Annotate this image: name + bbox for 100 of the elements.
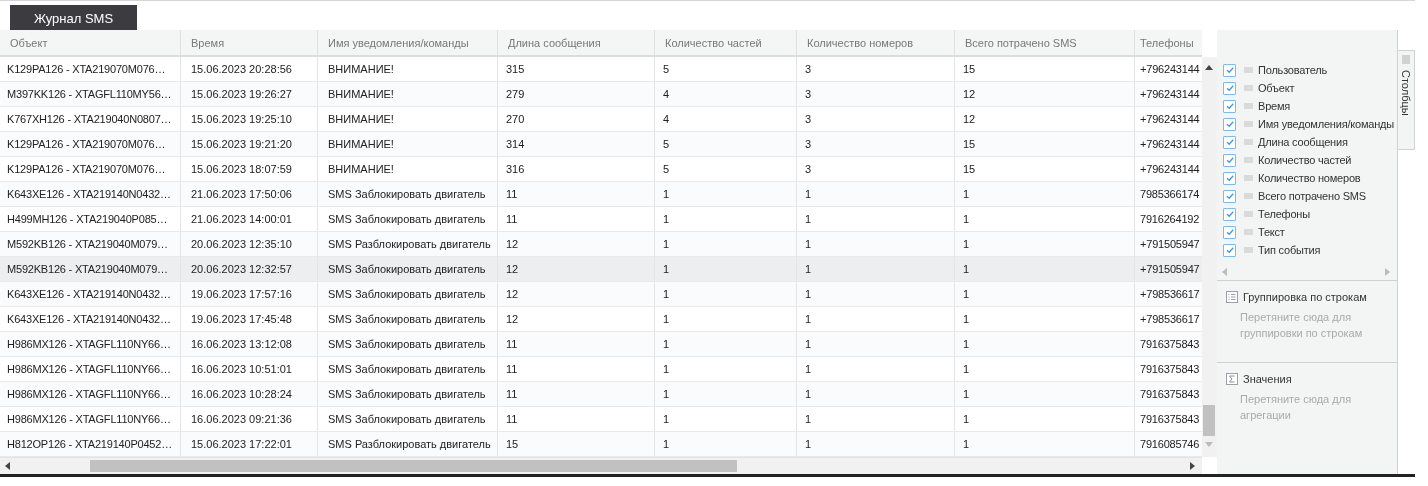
column-header[interactable]: Время: [180, 30, 317, 55]
section-title: Значения: [1243, 373, 1292, 385]
checkbox[interactable]: [1223, 81, 1236, 95]
checkbox[interactable]: [1223, 99, 1236, 113]
drop-hint: Перетяните сюда для агрегации: [1240, 392, 1353, 423]
column-header[interactable]: Всего потрачено SMS: [954, 30, 1134, 55]
column-header[interactable]: Количество частей: [654, 30, 796, 55]
table-cell: 1: [654, 232, 796, 256]
column-header[interactable]: Длина сообщения: [497, 30, 654, 55]
table-cell: 3: [796, 82, 954, 106]
drag-handle-icon[interactable]: [1244, 193, 1253, 199]
table-cell: 21.06.2023 14:00:01: [180, 207, 317, 231]
table-cell: 1: [654, 332, 796, 356]
table-row[interactable]: M592KB126 - XTA219040M079… 20.06.2023 12:35:10 SMS Разблокировать двигатель 12 1 1 1 +791505947: [0, 232, 1202, 257]
columns-tab[interactable]: Столбцы: [1398, 50, 1415, 150]
table-row[interactable]: H986MX126 - XTAGFL110NY66… 16.06.2023 10:51:01 SMS Заблокировать двигатель 11 1 1 1 7916375843: [0, 357, 1202, 382]
checkbox[interactable]: [1223, 171, 1236, 185]
vertical-scrollbar[interactable]: [1202, 57, 1217, 457]
table-cell-text: K129PA126 - XTA219070M076…: [6, 62, 167, 77]
table-cell: 1: [796, 257, 954, 281]
table-cell: SMS Заблокировать двигатель: [317, 307, 497, 331]
column-name: Текст: [1258, 226, 1285, 238]
table-cell: SMS Заблокировать двигатель: [317, 332, 497, 356]
table-cell: 3: [796, 157, 954, 181]
column-name: Объект: [1258, 82, 1295, 94]
table-cell: SMS Заблокировать двигатель: [317, 357, 497, 381]
drag-handle-icon[interactable]: [1244, 103, 1253, 109]
scroll-thumb[interactable]: [1203, 405, 1215, 436]
checkbox[interactable]: [1223, 63, 1236, 77]
table-cell-text: M397KK126 - XTAGFL110MY56…: [6, 87, 173, 102]
table-cell-text: H986MX126 - XTAGFL110NY66…: [6, 337, 172, 352]
table-cell: 15: [497, 432, 654, 456]
table-cell: 1: [654, 182, 796, 206]
table-cell: ВНИМАНИЕ!: [317, 132, 497, 156]
drag-handle-icon[interactable]: [1244, 247, 1253, 253]
checkbox[interactable]: [1223, 243, 1236, 257]
table-cell-text: K767XH126 - XTA219040N0807…: [6, 112, 173, 127]
section-title: Группировка по строкам: [1243, 291, 1367, 303]
table-row[interactable]: M397KK126 - XTAGFL110MY56… 15.06.2023 19:26:27 ВНИМАНИЕ! 279 4 3 12 +796243144: [0, 82, 1202, 107]
column-name: Время: [1258, 100, 1291, 112]
column-name: Количество номеров: [1258, 172, 1361, 184]
table-row[interactable]: H986MX126 - XTAGFL110NY66… 16.06.2023 13:12:08 SMS Заблокировать двигатель 11 1 1 1 7916375843: [0, 332, 1202, 357]
checkbox[interactable]: [1223, 207, 1236, 221]
horizontal-scrollbar[interactable]: [0, 457, 1202, 474]
checkbox[interactable]: [1223, 189, 1236, 203]
table-row[interactable]: H986MX126 - XTAGFL110NY66… 16.06.2023 10:28:24 SMS Заблокировать двигатель 11 1 1 1 7916375843: [0, 382, 1202, 407]
table-cell: 270: [497, 107, 654, 131]
table-cell: 1: [954, 432, 1134, 456]
table-row[interactable]: M592KB126 - XTA219040M079… 20.06.2023 12:32:57 SMS Заблокировать двигатель 12 1 1 1 +791505947: [0, 257, 1202, 282]
table-cell: 314: [497, 132, 654, 156]
tab[interactable]: Журнал SMS: [10, 5, 137, 31]
table-cell-text: K643XE126 - XTA219140N0432…: [6, 312, 172, 327]
scroll-thumb[interactable]: [90, 460, 737, 472]
checkbox[interactable]: [1223, 153, 1236, 167]
column-header[interactable]: Количество номеров: [796, 30, 954, 55]
table-cell: 11: [497, 182, 654, 206]
drag-handle-icon[interactable]: [1244, 85, 1253, 91]
column-header[interactable]: Телефоны: [1134, 30, 1202, 55]
table-cell: 12: [497, 307, 654, 331]
drag-handle-icon[interactable]: [1244, 175, 1253, 181]
sum-icon: [1226, 373, 1238, 385]
table-row[interactable]: H499MH126 - XTA219040P085… 21.06.2023 14:00:01 SMS Заблокировать двигатель 11 1 1 1 7916264192: [0, 207, 1202, 232]
drag-handle-icon[interactable]: [1244, 229, 1253, 235]
table-row[interactable]: K129PA126 - XTA219070M076… 15.06.2023 19:21:20 ВНИМАНИЕ! 314 5 3 15 +796243144: [0, 132, 1202, 157]
table-cell: ВНИМАНИЕ!: [317, 82, 497, 106]
drag-handle-icon[interactable]: [1244, 157, 1253, 163]
table-cell: 1: [954, 182, 1134, 206]
table-cell: 5: [654, 157, 796, 181]
table-cell: 1: [654, 282, 796, 306]
table-cell-text: H499MH126 - XTA219040P085…: [6, 212, 169, 227]
table-row[interactable]: H986MX126 - XTAGFL110NY66… 16.06.2023 09:21:36 SMS Заблокировать двигатель 11 1 1 1 7916375843: [0, 407, 1202, 432]
table-cell: 3: [796, 132, 954, 156]
table-row[interactable]: K643XE126 - XTA219140N0432… 19.06.2023 17:57:16 SMS Заблокировать двигатель 12 1 1 1 +798536617: [0, 282, 1202, 307]
table-row[interactable]: K643XE126 - XTA219140N0432… 19.06.2023 17:45:48 SMS Заблокировать двигатель 12 1 1 1 +798536617: [0, 307, 1202, 332]
table-row[interactable]: K767XH126 - XTA219040N0807… 15.06.2023 19:25:10 ВНИМАНИЕ! 270 4 3 12 +796243144: [0, 107, 1202, 132]
column-header[interactable]: Объект: [0, 30, 180, 55]
table-cell: 12: [497, 232, 654, 256]
table-cell: SMS Разблокировать двигатель: [317, 232, 497, 256]
table-cell: 1: [954, 332, 1134, 356]
table-cell: 1: [654, 307, 796, 331]
table-row[interactable]: H812OP126 - XTA219140P0452… 15.06.2023 17:22:01 SMS Разблокировать двигатель 15 1 1 1 7916085746: [0, 432, 1202, 457]
table-row[interactable]: K643XE126 - XTA219140N0432… 21.06.2023 17:50:06 SMS Заблокировать двигатель 11 1 1 1 7985366174: [0, 182, 1202, 207]
drag-handle-icon[interactable]: [1244, 121, 1253, 127]
table-cell: 12: [497, 257, 654, 281]
checkbox[interactable]: [1223, 117, 1236, 131]
table-cell: 279: [497, 82, 654, 106]
checkbox[interactable]: [1223, 135, 1236, 149]
drag-handle-icon[interactable]: [1402, 55, 1410, 64]
drag-handle-icon[interactable]: [1244, 67, 1253, 73]
table-cell-text: M592KB126 - XTA219040M079…: [6, 237, 169, 252]
table-cell: SMS Заблокировать двигатель: [317, 382, 497, 406]
table-row[interactable]: K129PA126 - XTA219070M076… 15.06.2023 18:07:59 ВНИМАНИЕ! 316 5 3 15 +796243144: [0, 157, 1202, 182]
checkbox[interactable]: [1223, 225, 1236, 239]
drag-handle-icon[interactable]: [1244, 211, 1253, 217]
table-cell: SMS Заблокировать двигатель: [317, 282, 497, 306]
table-row[interactable]: K129PA126 - XTA219070M076… 15.06.2023 20:28:56 ВНИМАНИЕ! 315 5 3 15 +796243144: [0, 57, 1202, 82]
table-cell: 12: [954, 82, 1134, 106]
column-header[interactable]: Имя уведомления/команды: [317, 30, 497, 55]
drag-handle-icon[interactable]: [1244, 139, 1253, 145]
table-cell: 1: [954, 282, 1134, 306]
